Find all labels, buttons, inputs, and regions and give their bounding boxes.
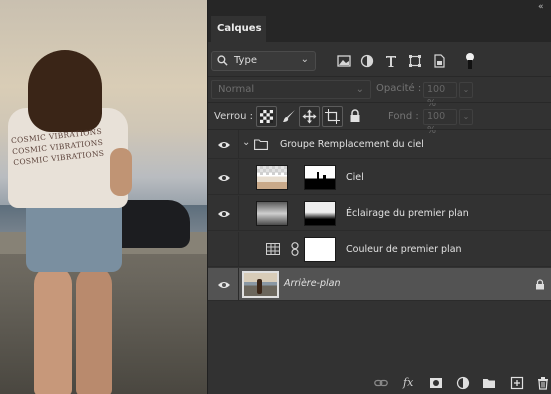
delete-layer-icon[interactable] xyxy=(536,376,550,390)
layer-row-background[interactable]: Arrière-plan xyxy=(208,268,551,301)
divider xyxy=(238,268,239,300)
folder-icon xyxy=(254,139,268,150)
lock-transparency-button[interactable] xyxy=(256,106,277,127)
layer-row-group[interactable]: ⌄ Groupe Remplacement du ciel xyxy=(208,130,551,159)
collapse-panel-icon[interactable]: « xyxy=(538,2,548,12)
shape-filter-icon[interactable] xyxy=(407,53,423,69)
fill-label: Fond : xyxy=(388,111,419,122)
chevron-down-icon: ⌄ xyxy=(355,84,364,95)
lock-icon xyxy=(536,279,544,290)
blend-mode-value: Normal xyxy=(218,84,255,95)
layer-name: Arrière-plan xyxy=(284,278,341,289)
layer-thumbnail xyxy=(256,201,288,226)
layers-list: ⌄ Groupe Remplacement du ciel Ciel Éclai… xyxy=(208,130,551,370)
backpack xyxy=(110,200,190,248)
add-mask-icon[interactable] xyxy=(429,376,443,390)
divider xyxy=(238,160,239,194)
artboard-icon xyxy=(325,109,340,124)
filter-type-label: Type xyxy=(234,55,257,66)
layer-name: Groupe Remplacement du ciel xyxy=(280,139,424,150)
layer-name: Couleur de premier plan xyxy=(346,244,462,255)
layer-row-eclairage[interactable]: Éclairage du premier plan xyxy=(208,196,551,231)
opacity-label: Opacité : xyxy=(376,83,422,94)
lock-label: Verrou : xyxy=(214,111,254,122)
chain-link-icon[interactable] xyxy=(291,242,299,256)
eye-icon[interactable] xyxy=(217,173,231,183)
opacity-input[interactable]: 100 % xyxy=(423,82,457,109)
layers-panel: Calques « Type ⌄ Normal ⌄ Opacité : 100 … xyxy=(207,0,551,394)
canvas-photo: COSMIC VIBRATIONS COSMIC VIBRATIONS COSM… xyxy=(0,0,207,394)
checkerboard-icon xyxy=(260,110,273,123)
panel-tab-bar: Calques « xyxy=(208,0,551,42)
eye-icon[interactable] xyxy=(217,209,231,219)
opacity-chevron-icon[interactable]: ⌄ xyxy=(459,82,473,98)
blend-mode-select[interactable]: Normal ⌄ xyxy=(211,80,371,99)
new-group-icon[interactable] xyxy=(482,376,496,390)
layer-mask-thumbnail[interactable] xyxy=(304,237,336,262)
chevron-down-icon[interactable]: ⌄ xyxy=(242,137,250,148)
fx-icon[interactable]: fx xyxy=(403,376,417,390)
left-leg xyxy=(34,266,72,394)
layer-thumbnail xyxy=(256,165,288,190)
divider xyxy=(238,232,239,266)
move-icon xyxy=(302,109,317,124)
fill-input[interactable]: 100 % xyxy=(423,109,457,136)
layer-row-couleur[interactable]: Couleur de premier plan xyxy=(208,232,551,267)
hair xyxy=(28,50,102,132)
layer-mask-thumbnail[interactable] xyxy=(304,165,336,190)
layer-name: Ciel xyxy=(346,172,364,183)
lock-position-button[interactable] xyxy=(299,106,320,127)
layer-name: Éclairage du premier plan xyxy=(346,208,469,219)
layer-row-ciel[interactable]: Ciel xyxy=(208,160,551,195)
divider xyxy=(208,102,551,103)
layer-filter-select[interactable]: Type ⌄ xyxy=(211,51,316,71)
lock-all-icon[interactable] xyxy=(347,108,363,124)
arm xyxy=(110,148,132,196)
layer-thumbnail xyxy=(242,271,279,298)
lock-artboard-button[interactable] xyxy=(322,106,343,127)
denim-shorts xyxy=(26,200,122,272)
right-leg xyxy=(76,266,112,394)
type-filter-icon[interactable] xyxy=(383,53,399,69)
eye-icon[interactable] xyxy=(217,140,231,150)
smart-object-filter-icon[interactable] xyxy=(431,53,447,69)
layer-mask-thumbnail[interactable] xyxy=(304,201,336,226)
divider xyxy=(238,196,239,230)
divider xyxy=(238,130,239,158)
new-layer-icon[interactable] xyxy=(510,376,524,390)
brush-icon[interactable] xyxy=(281,108,297,124)
fill-layer-icon xyxy=(266,243,280,255)
adjustment-layer-icon[interactable] xyxy=(456,376,470,390)
adjustment-filter-icon[interactable] xyxy=(359,53,375,69)
image-filter-icon[interactable] xyxy=(336,53,352,69)
link-layers-icon[interactable] xyxy=(374,376,388,390)
tab-calques[interactable]: Calques xyxy=(211,16,266,42)
divider xyxy=(208,76,551,77)
chevron-down-icon: ⌄ xyxy=(300,54,309,65)
search-icon xyxy=(217,55,228,66)
eye-icon[interactable] xyxy=(217,280,231,290)
fill-chevron-icon[interactable]: ⌄ xyxy=(459,109,473,125)
filter-toggle[interactable] xyxy=(466,53,474,69)
